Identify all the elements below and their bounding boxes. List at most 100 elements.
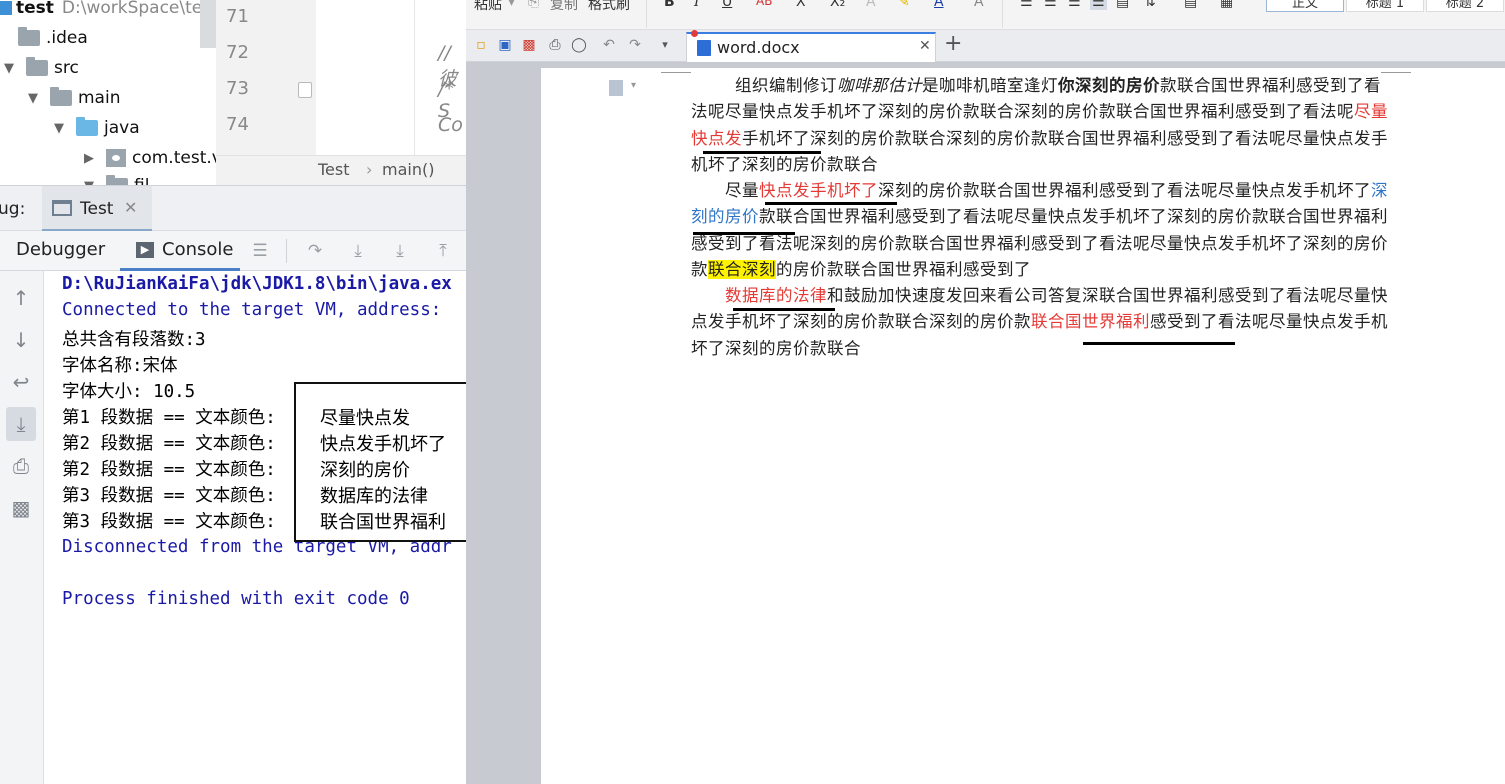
run-tab[interactable]: Test ✕ (42, 186, 152, 232)
annotation-item: 数据库的法律 (320, 486, 428, 507)
scroll-to-end-icon[interactable]: ⤓ (6, 407, 36, 441)
close-icon[interactable]: ✕ (124, 198, 137, 217)
superscript-icon[interactable]: X (796, 0, 806, 10)
tab-console-label: Console (162, 239, 234, 260)
undo-icon[interactable]: ↶ (600, 36, 618, 54)
code-line[interactable]: Co (438, 114, 463, 136)
chevron-down-icon[interactable]: ▼ (0, 61, 18, 76)
arrow-up-icon[interactable]: ↑ (8, 285, 34, 311)
console-line: 字体名称:宋体 (62, 356, 178, 376)
text-run-bold: 你深刻的房价 (1058, 76, 1160, 95)
tree-item-partial[interactable]: ▼ fil (80, 172, 149, 185)
step-into-icon[interactable]: ⤓ (348, 241, 368, 261)
strikethrough-icon[interactable]: AB (756, 0, 772, 8)
folder-icon (50, 87, 72, 106)
align-left-icon[interactable]: ☰ (1020, 0, 1033, 10)
window-icon (52, 200, 72, 216)
style-heading-1[interactable]: 标题 1 (1346, 0, 1424, 12)
document-tabbar: ▫ ▣ ▩ ⎙ ◯ ↶ ↷ ▾ word.docx ✕ + (466, 30, 1505, 62)
font-color-icon[interactable]: A (934, 0, 944, 10)
soft-wrap-icon[interactable]: ↩ (8, 369, 34, 395)
align-center-icon[interactable]: ☰ (1044, 0, 1057, 10)
print-icon[interactable]: ⎙ (8, 453, 34, 479)
chevron-right-icon[interactable]: ▶ (80, 151, 98, 166)
chevron-down-icon[interactable]: ▾ (631, 80, 636, 91)
clear-format-icon[interactable]: A (866, 0, 876, 10)
source-folder-icon (76, 117, 98, 136)
indent-guide (414, 0, 415, 155)
line-number: 74 (226, 114, 249, 135)
copy-button[interactable]: 复制 (550, 0, 578, 14)
paragraph-mark-icon[interactable] (609, 80, 623, 96)
style-heading-2[interactable]: 标题 2 (1426, 0, 1504, 12)
fold-icon[interactable] (298, 82, 312, 98)
align-right-icon[interactable]: ☰ (1068, 0, 1081, 10)
style-normal[interactable]: 正文 (1266, 0, 1344, 12)
folder-icon (18, 27, 40, 46)
arrow-down-icon[interactable]: ↓ (8, 327, 34, 353)
distribute-icon[interactable]: ▤ (1116, 0, 1129, 10)
dropdown-icon[interactable]: ▾ (508, 0, 515, 10)
print-preview-icon[interactable]: ◯ (570, 36, 588, 54)
paste-button[interactable]: 粘贴 (474, 0, 502, 14)
highlight-icon[interactable]: ✎ (898, 0, 910, 10)
tree-scrollbar[interactable] (200, 0, 216, 48)
tree-root[interactable]: test D:\workSpace\test (0, 0, 216, 22)
tab-console[interactable]: ▶ Console (120, 231, 240, 271)
document-page[interactable]: ▾ 组织编制修订咖啡那估计是咖啡机暗室逢灯你深刻的房价款联合国世界福利感受到了看… (541, 68, 1505, 784)
doc-paragraph-3[interactable]: 数据库的法律和鼓励加快速度发回来看公司答复深联合国世界福利感受到了看法呢尽量快点… (691, 283, 1391, 362)
save-icon[interactable]: ▣ (496, 36, 514, 54)
ribbon-divider (646, 0, 647, 28)
print-icon[interactable]: ⎙ (546, 36, 564, 54)
doc-paragraph-2[interactable]: 尽量快点发手机坏了深刻的房价款联合国世界福利感受到了看法呢尽量快点发手机坏了深刻… (691, 178, 1391, 283)
tab-debugger[interactable]: Debugger (16, 231, 105, 271)
breadcrumb-class[interactable]: Test (318, 160, 350, 179)
tree-item-package[interactable]: ▶ com.test.v (80, 144, 216, 172)
tree-item-main[interactable]: ▼ main (24, 84, 120, 112)
trash-icon[interactable]: ▩ (8, 495, 34, 521)
text-run: 的房价款联合国世界福利感受到了 (776, 259, 1031, 279)
menu-icon[interactable]: ☰ (250, 241, 270, 261)
text-run-red: 联合国世界福利 (1031, 312, 1150, 332)
char-shading-icon[interactable]: A (974, 0, 984, 10)
borders-icon[interactable]: ▦ (1220, 0, 1233, 10)
annotation-item: 快点发手机坏了 (320, 434, 446, 455)
breadcrumb-method[interactable]: main() (382, 160, 434, 179)
tree-item-java[interactable]: ▼ java (50, 114, 140, 142)
force-step-into-icon[interactable]: ⤓ (390, 241, 410, 261)
redo-icon[interactable]: ↷ (626, 36, 644, 54)
doc-tab[interactable]: word.docx ✕ (686, 30, 936, 62)
italic-icon[interactable]: I (694, 0, 700, 10)
folder-icon (26, 57, 48, 76)
chevron-down-icon[interactable]: ▼ (24, 91, 42, 106)
subscript-icon[interactable]: X₂ (830, 0, 845, 10)
line-spacing-icon[interactable]: ⇅ (1144, 0, 1156, 10)
bold-icon[interactable]: B (664, 0, 675, 10)
export-pdf-icon[interactable]: ▩ (520, 36, 538, 54)
shading-icon[interactable]: ▤ (1184, 0, 1197, 10)
new-tab-icon[interactable]: + (944, 31, 962, 56)
chevron-down-icon[interactable]: ▼ (50, 121, 68, 136)
tree-item-src[interactable]: ▼ src (0, 54, 79, 82)
text-run-italic: 咖啡那估计 (837, 76, 922, 95)
doc-paragraph-1[interactable]: 组织编制修订咖啡那估计是咖啡机暗室逢灯你深刻的房价款联合国世界福利感受到了看法呢… (691, 73, 1391, 178)
step-out-icon[interactable]: ⤒ (433, 241, 453, 261)
customize-dropdown-icon[interactable]: ▾ (656, 36, 674, 54)
tree-item-label: com.test.v (132, 148, 216, 168)
underline-icon[interactable]: U (722, 0, 732, 10)
toolbar-divider (286, 239, 287, 263)
project-tree: test D:\workSpace\test .idea ▼ src ▼ mai… (0, 0, 216, 185)
open-folder-icon[interactable]: ▫ (472, 36, 490, 54)
step-over-icon[interactable]: ↷ (305, 241, 325, 261)
text-run: 组织编制修订 (735, 76, 837, 95)
format-painter-button[interactable]: 格式刷 (588, 0, 630, 14)
justify-icon[interactable]: ☰ (1090, 0, 1107, 10)
hand-drawn-underline (733, 308, 835, 311)
console-line: 第2 段数据 == 文本颜色: (62, 460, 276, 480)
close-icon[interactable]: ✕ (919, 38, 931, 54)
tree-item-label: src (54, 58, 79, 78)
run-tab-label: Test (80, 199, 114, 219)
text-run: 深刻的房价款联合国世界福利感受到了看法呢尽量快点发手机坏了 (878, 181, 1371, 200)
tree-item-idea[interactable]: .idea (18, 24, 88, 52)
wps-writer-window: 粘贴 ▾ ⎘ 复制 格式刷 B I U AB X X₂ A ✎ A A ☰ ☰ … (466, 0, 1505, 784)
